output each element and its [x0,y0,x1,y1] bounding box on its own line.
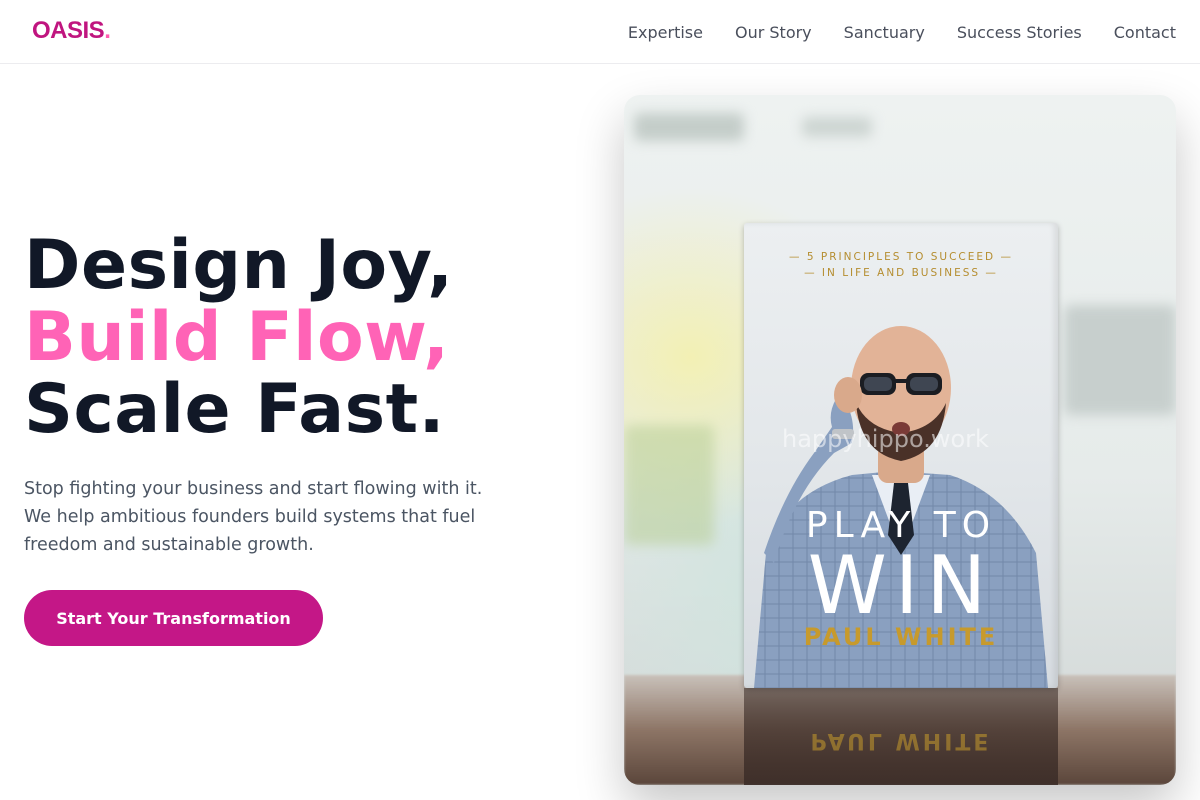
book-reflection: PAUL WHITE [744,688,1058,785]
reflection-author-text: PAUL WHITE [810,728,992,753]
oasis-logo[interactable]: OASIS. [32,17,111,45]
book-tagline-line-2: — IN LIFE AND BUSINESS — [804,267,998,279]
nav-link-expertise[interactable]: Expertise [628,23,703,42]
hero-headline: Design Joy, Build Flow, Scale Fast. [24,230,454,446]
hero-subtext: Stop fighting your business and start fl… [24,479,483,555]
nav-link-contact[interactable]: Contact [1114,23,1176,42]
nav-link-sanctuary[interactable]: Sanctuary [844,23,925,42]
headline-line-1: Design Joy, [24,226,454,305]
image-watermark: happyhippo.work [782,425,989,453]
start-transformation-button[interactable]: Start Your Transformation [24,590,323,646]
book-title-line-2: WIN [807,539,995,632]
background-blur-shape [802,117,872,137]
book-tagline-line-1: — 5 PRINCIPLES TO SUCCEED — [789,251,1013,263]
background-blur-shape [624,425,714,545]
headline-line-3: Scale Fast. [24,370,445,449]
nav-links: Expertise Our Story Sanctuary Success St… [628,0,1176,64]
book-tagline: — 5 PRINCIPLES TO SUCCEED — — IN LIFE AN… [744,249,1058,281]
book-cover: — 5 PRINCIPLES TO SUCCEED — — IN LIFE AN… [744,223,1058,688]
top-navbar: OASIS. Expertise Our Story Sanctuary Suc… [0,0,1200,64]
background-blur-shape [634,113,744,141]
hero-image-book-photo: — 5 PRINCIPLES TO SUCCEED — — IN LIFE AN… [624,95,1176,785]
headline-line-2-accent: Build Flow, [24,298,450,377]
nav-link-success-stories[interactable]: Success Stories [957,23,1082,42]
book-author: PAUL WHITE [803,623,999,651]
background-blur-shape [1064,305,1176,415]
nav-link-our-story[interactable]: Our Story [735,23,812,42]
logo-dot: . [104,17,111,44]
logo-text: OASIS [32,17,105,44]
